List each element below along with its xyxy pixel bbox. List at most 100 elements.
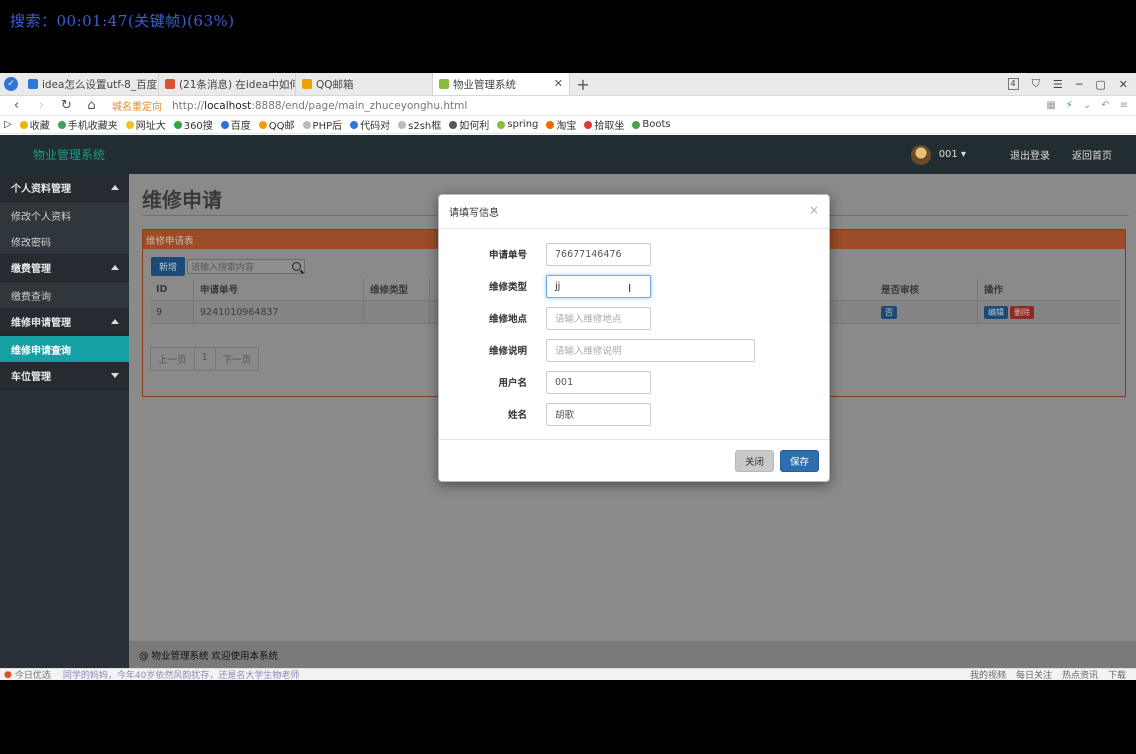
caret-down-icon (111, 373, 119, 378)
application-number-input[interactable]: 76677146476 (546, 242, 651, 266)
sidebar-item-edit-profile[interactable]: 修改个人资料 (0, 202, 129, 228)
new-tab-button[interactable]: + (570, 73, 596, 95)
delete-button[interactable]: 删除 (1010, 305, 1034, 319)
bookmark-item[interactable]: 收藏 (19, 117, 50, 132)
sidebar-item-payment-query[interactable]: 缴费查询 (0, 282, 129, 308)
add-button[interactable]: 新增 (151, 257, 186, 276)
tab-favicon-icon (28, 79, 38, 89)
status-left-label[interactable]: 今日优选 (15, 669, 51, 680)
search-input[interactable]: 请输入搜索内容 (187, 259, 306, 274)
approval-status-badge[interactable]: 否 (881, 305, 897, 319)
column-header: 申请单号 (194, 278, 364, 300)
undo-icon[interactable]: ↶ (1101, 100, 1109, 111)
menu-icon[interactable]: ≡ (1120, 100, 1128, 111)
brand-title[interactable]: 物业管理系统 (33, 146, 105, 163)
minimize-button[interactable]: ─ (1076, 78, 1083, 91)
repair-description-input[interactable]: 请输入维修说明 (546, 338, 755, 362)
menu-icon[interactable]: ☰ (1053, 78, 1063, 91)
browser-logo-icon[interactable]: ✓ (0, 73, 22, 95)
edit-button[interactable]: 编辑 (984, 305, 1008, 319)
repair-type-input[interactable]: jj (546, 274, 651, 298)
form-row: 维修类型 jj (439, 270, 829, 302)
sidebar-item-change-password[interactable]: 修改密码 (0, 228, 129, 254)
tab-idea-utf8[interactable]: idea怎么设置utf-8_百度 (22, 73, 159, 95)
bookmark-item[interactable]: 百度 (220, 117, 251, 132)
bookmark-item[interactable]: PHP后 (302, 117, 342, 132)
status-item[interactable]: 热点资讯 (1062, 669, 1098, 680)
chevron-down-icon[interactable]: ⌄ (1083, 100, 1091, 111)
sidebar-item-repair-query[interactable]: 维修申请查询 (0, 336, 129, 362)
refresh-icon[interactable]: ↻ (54, 98, 79, 113)
bookmark-item[interactable]: 360搜 (173, 117, 213, 132)
user-dropdown[interactable]: 001 ▾ (939, 149, 966, 160)
form-row: 用户名 001 (439, 366, 829, 398)
bookmarks-toggle-icon[interactable]: ▷ (4, 119, 12, 130)
close-window-button[interactable]: ✕ (1119, 78, 1128, 91)
tab-favicon-icon (302, 79, 312, 89)
cell-actions: 编辑 删除 (978, 301, 1120, 323)
table-toolbar: 新增 请输入搜索内容 (151, 257, 306, 276)
url-field[interactable]: http://localhost:8888/end/page/main_zhuc… (172, 100, 1046, 112)
tab-favicon-icon (165, 79, 175, 89)
sidebar-group-profile[interactable]: 个人资料管理 (0, 174, 129, 202)
bookmark-item[interactable]: 代码对 (350, 117, 390, 132)
field-label: 用户名 (498, 378, 527, 389)
cell-type (364, 301, 430, 323)
bookmark-item[interactable]: 网址大 (125, 117, 166, 132)
page-footer: @ 物业管理系统 欢迎使用本系统 (129, 641, 1136, 668)
tab-close-icon[interactable]: ✕ (554, 77, 563, 90)
bookmark-favicon-icon (584, 120, 593, 129)
sidebar-group-repairs[interactable]: 维修申请管理 (0, 308, 129, 336)
page-number-button[interactable]: 1 (193, 347, 216, 371)
field-label: 姓名 (507, 410, 527, 421)
status-item[interactable]: 每日关注 (1016, 669, 1052, 680)
logout-link[interactable]: 退出登录 (1010, 147, 1050, 162)
bookmark-item[interactable]: 淘宝 (546, 117, 576, 132)
prev-page-button[interactable]: 上一页 (150, 347, 195, 371)
bookmark-favicon-icon (173, 120, 182, 129)
skin-icon[interactable]: ⛉ (1032, 77, 1040, 91)
grid-icon[interactable]: ▦ (1046, 100, 1055, 111)
caret-up-icon (111, 319, 119, 324)
back-icon[interactable]: ‹ (4, 98, 29, 113)
bookmark-favicon-icon (449, 120, 458, 129)
sidebar-group-parking[interactable]: 车位管理 (0, 362, 129, 390)
forward-icon[interactable]: › (29, 98, 54, 113)
bookmark-favicon-icon (350, 120, 359, 129)
modal-header: 请填写信息 × (439, 195, 829, 229)
repair-location-input[interactable]: 请输入维修地点 (546, 306, 651, 330)
sidebar-group-payments[interactable]: 缴费管理 (0, 254, 129, 282)
bookmark-item[interactable]: 如何利 (449, 117, 489, 132)
tab-qq-mail[interactable]: QQ邮箱 (296, 73, 433, 95)
tab-property-system[interactable]: 物业管理系统 ✕ (433, 73, 570, 95)
status-left-item[interactable]: ● (4, 670, 12, 680)
status-item[interactable]: 下载 (1108, 669, 1126, 680)
tab-bar: ✓ idea怎么设置utf-8_百度 (21条消息) 在idea中如何 QQ邮箱… (0, 73, 1136, 96)
status-item[interactable]: 我的视频 (970, 669, 1006, 680)
home-link[interactable]: 返回首页 (1072, 147, 1112, 162)
bookmark-item[interactable]: 手机收藏夹 (57, 117, 118, 132)
close-button[interactable]: 关闭 (734, 449, 774, 472)
tab-count-badge[interactable]: 4 (1007, 78, 1019, 90)
tab-csdn[interactable]: (21条消息) 在idea中如何 (159, 73, 296, 95)
username-input[interactable]: 001 (546, 370, 651, 394)
name-input[interactable]: 胡歌 (546, 402, 651, 426)
top-navbar: 物业管理系统 001 ▾ 退出登录 返回首页 (0, 135, 1136, 174)
bookmark-item[interactable]: 拾取坐 (584, 117, 624, 132)
bookmark-item[interactable]: spring (497, 119, 538, 130)
sidebar: 个人资料管理 修改个人资料 修改密码 缴费管理 缴费查询 维修申请管理 维修申请… (0, 174, 129, 641)
search-icon[interactable] (292, 262, 302, 271)
lightning-icon[interactable]: ⚡ (1066, 100, 1073, 111)
close-icon[interactable]: × (809, 203, 819, 217)
text-cursor-icon: I (628, 282, 632, 295)
bookmark-item[interactable]: QQ邮 (258, 117, 295, 132)
caret-down-icon: ▾ (960, 149, 966, 160)
home-icon[interactable]: ⌂ (79, 98, 104, 113)
bookmark-item[interactable]: Boots (632, 119, 671, 130)
avatar[interactable] (910, 144, 931, 165)
save-button[interactable]: 保存 (779, 449, 819, 472)
next-page-button[interactable]: 下一页 (214, 347, 260, 371)
bookmark-item[interactable]: s2sh框 (398, 117, 441, 132)
status-news-link[interactable]: 同学的妈妈，今年40岁依然风韵犹存，还是名大学生物老师 (63, 669, 299, 680)
maximize-button[interactable]: ▢ (1095, 78, 1105, 91)
